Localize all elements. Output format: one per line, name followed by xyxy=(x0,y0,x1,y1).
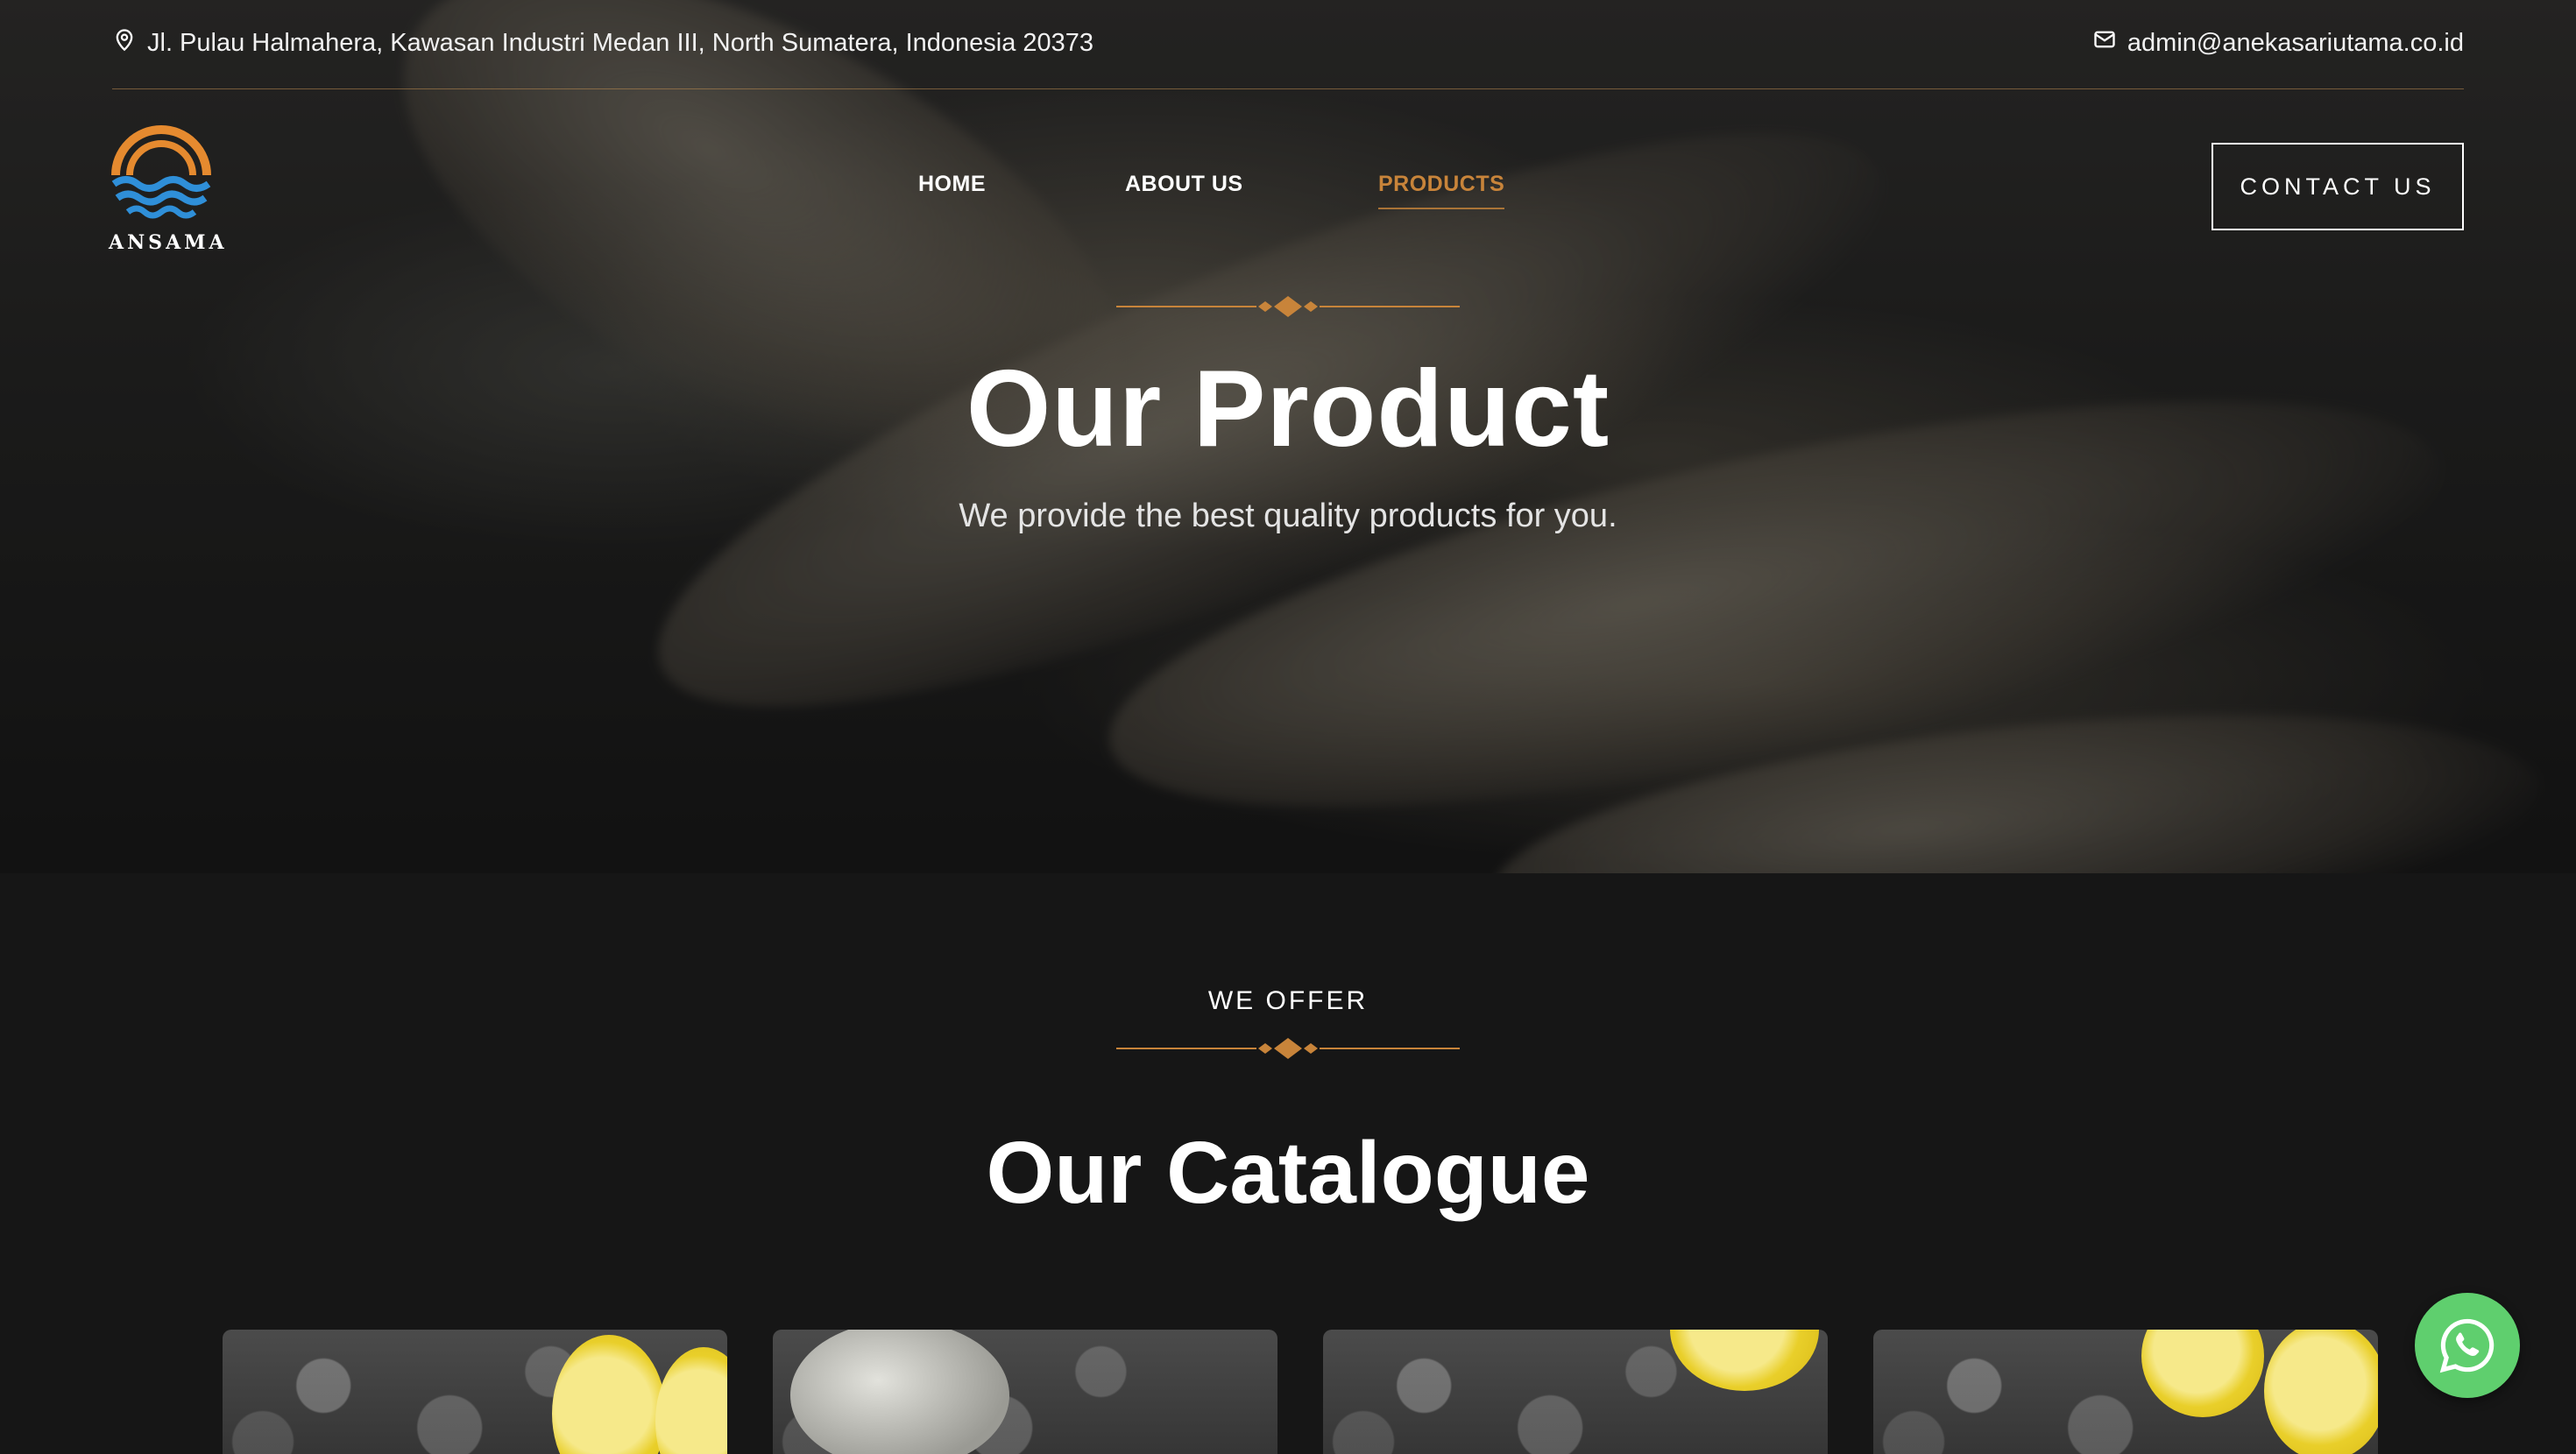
product-image xyxy=(1670,1330,1819,1391)
nav-products[interactable]: PRODUCTS xyxy=(1378,172,1505,209)
product-image xyxy=(790,1330,1009,1454)
catalogue-card-1[interactable] xyxy=(223,1330,727,1454)
nav-home[interactable]: HOME xyxy=(918,172,986,197)
top-info-bar: Jl. Pulau Halmahera, Kawasan Industri Me… xyxy=(112,23,2464,63)
whatsapp-icon xyxy=(2439,1318,2495,1373)
header-divider xyxy=(112,88,2464,89)
main-nav: HOME ABOUT US PRODUCTS xyxy=(0,172,2576,209)
envelope-icon xyxy=(2092,27,2117,59)
section-title: Our Catalogue xyxy=(986,1124,1590,1222)
brand-name: ANSAMA xyxy=(109,231,228,254)
email-link[interactable]: admin@anekasariutama.co.id xyxy=(2127,29,2464,58)
product-image-part xyxy=(655,1347,727,1454)
product-image xyxy=(552,1335,666,1454)
catalogue-card-2[interactable] xyxy=(773,1330,1277,1454)
page-title: Our Product xyxy=(966,349,1610,469)
page-subtitle: We provide the best quality products for… xyxy=(959,498,1617,534)
contact-us-button[interactable]: CONTACT US xyxy=(2212,143,2464,230)
nav-about-us[interactable]: ABOUT US xyxy=(1125,172,1243,197)
address-text: Jl. Pulau Halmahera, Kawasan Industri Me… xyxy=(147,28,1094,57)
product-image xyxy=(2141,1330,2264,1417)
hero-ornament-divider xyxy=(1116,296,1460,317)
section-eyebrow: WE OFFER xyxy=(1207,986,1369,1015)
whatsapp-chat-button[interactable] xyxy=(2415,1293,2520,1398)
product-image-part xyxy=(2264,1330,2378,1454)
hero-banner: Jl. Pulau Halmahera, Kawasan Industri Me… xyxy=(0,0,2576,873)
section-ornament-divider xyxy=(1116,1038,1460,1059)
map-pin-icon xyxy=(112,27,137,59)
catalogue-card-3[interactable] xyxy=(1323,1330,1828,1454)
address-info: Jl. Pulau Halmahera, Kawasan Industri Me… xyxy=(112,27,1093,59)
catalogue-card-4[interactable] xyxy=(1873,1330,2378,1454)
email-info[interactable]: admin@anekasariutama.co.id xyxy=(2092,27,2464,59)
